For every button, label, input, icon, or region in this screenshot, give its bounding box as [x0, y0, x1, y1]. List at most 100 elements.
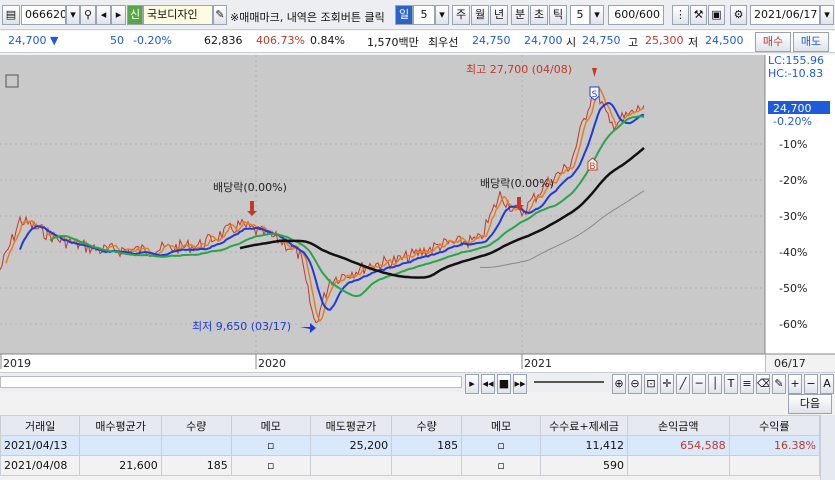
- font-size-icon[interactable]: A: [820, 374, 834, 394]
- bar-count-input[interactable]: 600/600: [608, 5, 664, 25]
- table-row[interactable]: 2021/04/08 21,600 185 ▫ ▫ 590: [0, 455, 821, 476]
- rewind-icon[interactable]: ◂◂: [481, 374, 495, 394]
- axis-label: -10%: [779, 138, 807, 151]
- table-cell: [626, 455, 730, 476]
- save-icon[interactable]: ▣: [708, 5, 725, 25]
- period-month-button[interactable]: 월: [471, 5, 489, 25]
- menu-icon[interactable]: ▤: [2, 5, 20, 25]
- prev-stock-icon[interactable]: ◂: [96, 5, 111, 25]
- memo-icon[interactable]: ▫: [267, 459, 274, 472]
- sell-button[interactable]: 매도: [793, 32, 829, 52]
- zoom-fit-icon[interactable]: ⊡: [644, 374, 658, 394]
- low-label: 저: [688, 36, 699, 49]
- search-icon[interactable]: ⚲: [80, 5, 96, 25]
- eraser-icon[interactable]: ⌫: [756, 374, 770, 394]
- table-cell: ▫: [461, 435, 542, 456]
- column-header[interactable]: 수량: [391, 415, 463, 436]
- dividend-annotation-1: 배당락(0.00%): [213, 181, 287, 194]
- zoom-out-icon[interactable]: ⊖: [628, 374, 642, 394]
- table-row[interactable]: 2021/04/13 ▫ 25,200 185 ▫ 11,412 654,588 16.38%: [0, 435, 821, 456]
- settings-gear-icon[interactable]: ⚙: [730, 5, 747, 25]
- table-cell: 11,412: [540, 435, 628, 456]
- period-minute-button[interactable]: 분: [511, 5, 529, 25]
- scroll-track[interactable]: [0, 376, 462, 388]
- axis-label: -20%: [779, 174, 807, 187]
- day-interval-dropdown-icon[interactable]: ▾: [435, 5, 449, 25]
- credit-badge: 신: [127, 5, 143, 25]
- vline-icon[interactable]: │: [708, 374, 722, 394]
- table-cell: ▫: [461, 455, 542, 476]
- column-header[interactable]: 거래일: [0, 415, 81, 436]
- table-cell: [79, 435, 162, 456]
- period-day-button[interactable]: 일: [395, 5, 413, 25]
- table-cell: [309, 455, 393, 476]
- dividend-annotation-2: 배당락(0.00%): [480, 177, 554, 190]
- lc-label: LC:155.96: [768, 55, 824, 67]
- buy-mark-label: B: [589, 162, 595, 172]
- column-header[interactable]: 메모: [230, 415, 311, 436]
- table-header: 거래일 매수평균가 수량 메모 매도평균가 수량 메모 수수료+제세금 손익금액 수익률: [0, 415, 821, 436]
- column-header[interactable]: 매도평균가: [309, 415, 393, 436]
- price-axis-current-pct: -0.20%: [773, 115, 812, 128]
- sell-mark-label: S: [592, 90, 598, 100]
- chart-scrollbar[interactable]: ▸ ◂◂ ■ ▸▸ ⊕ ⊖ ⊡ ✛ ╱ ─ │ T ≡ ⌫ ✎ + − A: [0, 372, 835, 394]
- table-cell: 185: [160, 455, 232, 476]
- current-price: 24,700 ▼: [8, 34, 59, 47]
- open-price: 24,750: [582, 34, 621, 47]
- trade-amount: 1,570백만: [367, 36, 419, 49]
- trendline-icon[interactable]: ╱: [676, 374, 690, 394]
- speed-slider[interactable]: [534, 381, 604, 383]
- text-tool-icon[interactable]: T: [724, 374, 738, 394]
- plus-icon[interactable]: +: [788, 374, 802, 394]
- column-header[interactable]: 손익금액: [626, 415, 730, 436]
- chart-tool-icon[interactable]: ⚒: [690, 5, 707, 25]
- high-label: 고: [628, 36, 639, 49]
- memo-icon[interactable]: ▫: [497, 459, 504, 472]
- scroll-right-icon[interactable]: ▸: [465, 374, 479, 394]
- column-header[interactable]: 메모: [461, 415, 542, 436]
- table-scrollbar[interactable]: [820, 415, 835, 480]
- period-tick-button[interactable]: 틱: [549, 5, 567, 25]
- memo-icon[interactable]: ▫: [267, 439, 274, 452]
- column-header[interactable]: 수수료+제세금: [540, 415, 628, 436]
- hline-icon[interactable]: ─: [692, 374, 706, 394]
- memo-icon[interactable]: ▫: [497, 439, 504, 452]
- stop-icon[interactable]: ■: [497, 374, 511, 394]
- next-button[interactable]: 다음: [788, 394, 832, 414]
- calendar-dropdown-icon[interactable]: ▾: [820, 5, 834, 25]
- minus-icon[interactable]: −: [804, 374, 818, 394]
- fib-tool-icon[interactable]: ≡: [740, 374, 754, 394]
- price-axis-current: 24,700: [773, 102, 812, 115]
- table-cell: 25,200: [309, 435, 393, 456]
- column-header[interactable]: 수익률: [728, 415, 821, 436]
- stock-code-input[interactable]: 066620: [21, 5, 66, 25]
- table-cell: [728, 455, 821, 476]
- indicator-icon[interactable]: ⋮: [672, 5, 689, 25]
- tick-interval-input[interactable]: 5: [570, 5, 590, 25]
- period-year-button[interactable]: 년: [490, 5, 508, 25]
- axis-label: -40%: [779, 246, 807, 259]
- day-interval-input[interactable]: 5: [413, 5, 435, 25]
- draw-icon[interactable]: ✎: [772, 374, 786, 394]
- name-edit-icon[interactable]: ✎: [213, 5, 227, 25]
- column-header[interactable]: 수량: [160, 415, 232, 436]
- period-week-button[interactable]: 주: [452, 5, 470, 25]
- code-dropdown-icon[interactable]: ▾: [66, 5, 80, 25]
- crosshair-icon[interactable]: ✛: [660, 374, 674, 394]
- price-chart[interactable]: S B 최고 27,700 (04/08) 최저 9,650 (03/17) 배…: [0, 55, 835, 375]
- volume-ratio: 406.73%: [256, 34, 305, 47]
- zoom-in-icon[interactable]: ⊕: [612, 374, 626, 394]
- quote-bar: 24,700 ▼ 50 -0.20% 62,836 406.73% 0.84% …: [0, 31, 835, 53]
- next-stock-icon[interactable]: ▸: [111, 5, 126, 25]
- turnover-rate: 0.84%: [310, 34, 345, 47]
- low-price: 24,500: [705, 34, 744, 47]
- forward-icon[interactable]: ▸▸: [513, 374, 527, 394]
- date-input[interactable]: 2021/06/17: [750, 5, 820, 25]
- table-cell: 2021/04/13: [0, 435, 81, 456]
- table-cell: 16.38%: [728, 435, 821, 456]
- period-second-button[interactable]: 초: [530, 5, 548, 25]
- volume: 62,836: [204, 34, 243, 47]
- column-header[interactable]: 매수평균가: [79, 415, 162, 436]
- tick-dropdown-icon[interactable]: ▾: [590, 5, 604, 25]
- buy-button[interactable]: 매수: [755, 32, 791, 52]
